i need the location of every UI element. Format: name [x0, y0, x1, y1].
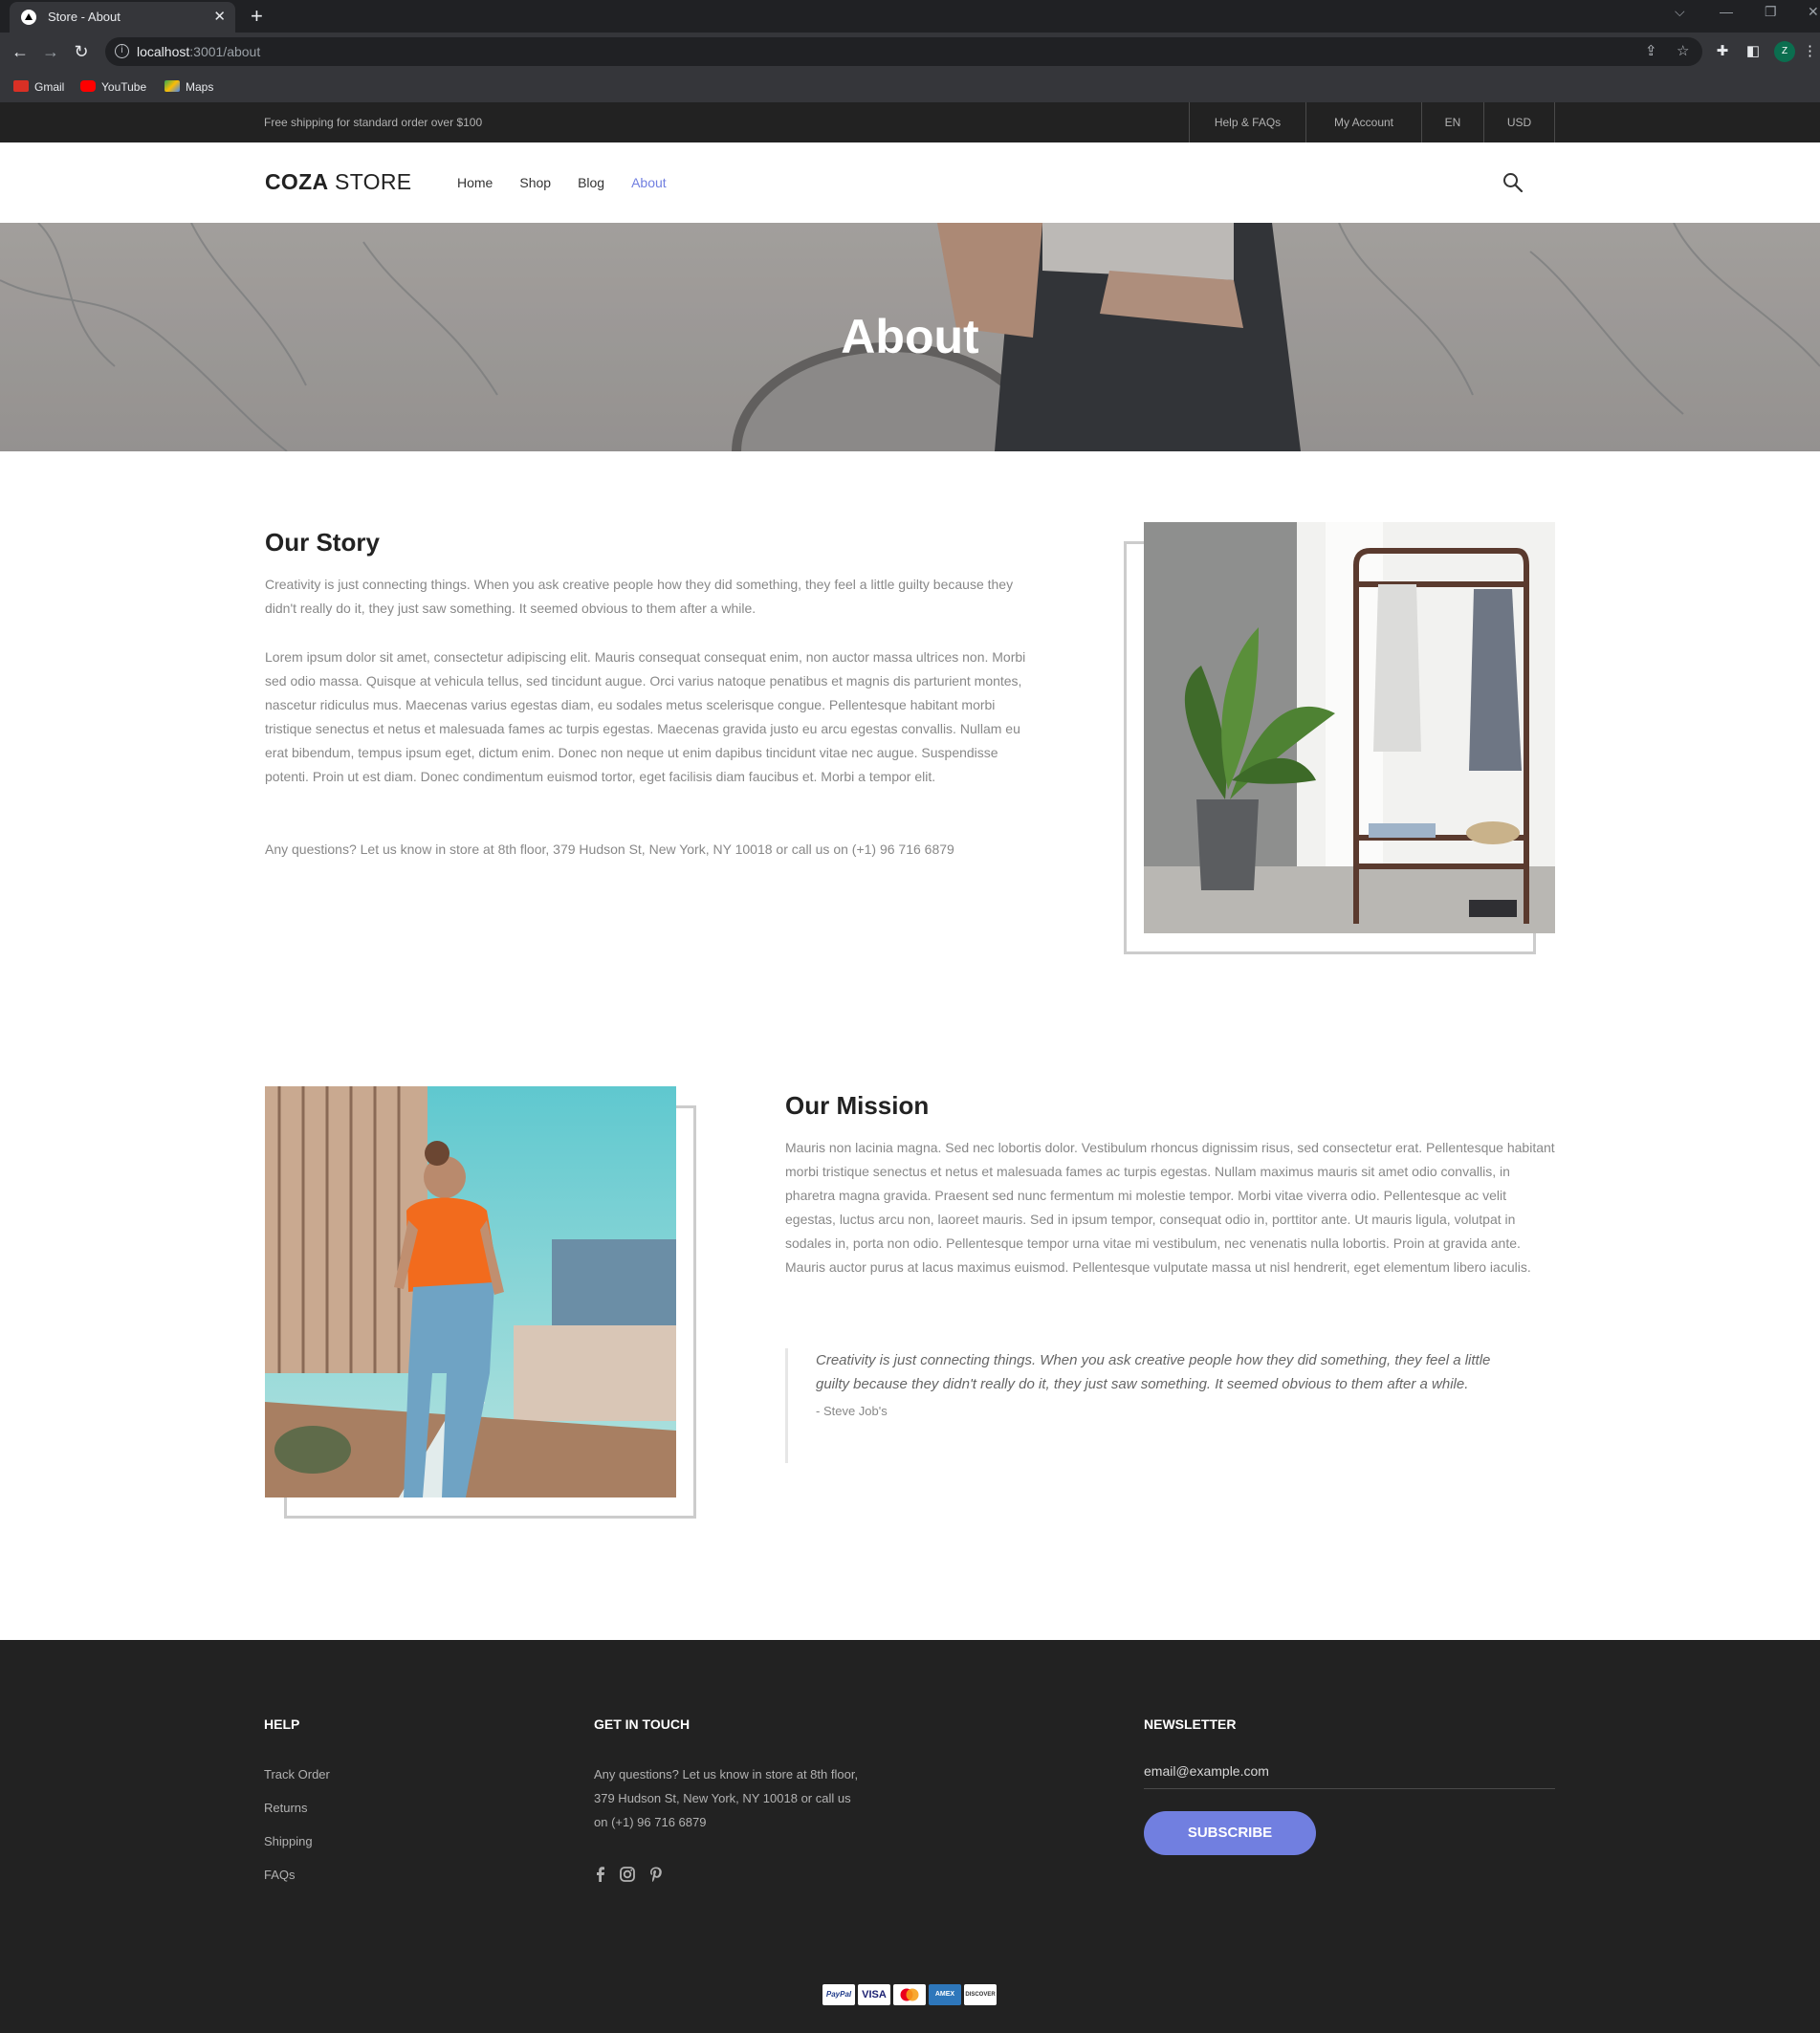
maps-icon	[164, 80, 180, 92]
footer-contact-title: GET IN TOUCH	[594, 1716, 691, 1732]
facebook-icon[interactable]	[591, 1865, 610, 1884]
visa-icon: VISA	[858, 1984, 890, 2005]
pinterest-icon[interactable]	[647, 1865, 666, 1884]
bookmark-label: Gmail	[34, 80, 65, 94]
share-icon[interactable]: ⇪	[1645, 37, 1657, 66]
free-shipping-text: Free shipping for standard order over $1…	[264, 116, 483, 129]
tab-strip: Store - About ✕ + ⌵ — ❐ ✕	[0, 0, 1820, 33]
site-topbar: Free shipping for standard order over $1…	[0, 102, 1820, 142]
mastercard-icon	[893, 1984, 926, 2005]
footer-contact-text: Any questions? Let us know in store at 8…	[594, 1767, 859, 1829]
url-text[interactable]: localhost:3001/about	[137, 37, 260, 66]
back-icon[interactable]: ←	[8, 39, 33, 64]
footer-link-returns[interactable]: Returns	[264, 1801, 308, 1815]
language-link[interactable]: EN	[1422, 102, 1484, 142]
story-title: Our Story	[265, 528, 380, 557]
story-paragraph-1: Creativity is just connecting things. Wh…	[265, 577, 1014, 616]
forward-icon[interactable]: →	[38, 39, 63, 64]
bookmark-label: Maps	[186, 80, 214, 94]
reload-icon[interactable]: ↻	[69, 39, 94, 64]
hero-title: About	[841, 310, 979, 363]
hero-banner: About	[0, 223, 1820, 451]
amex-icon: AMEX	[929, 1984, 961, 2005]
close-tab-icon[interactable]: ✕	[213, 2, 226, 33]
footer-link-faqs[interactable]: FAQs	[264, 1868, 296, 1882]
bookmark-maps[interactable]: Maps	[164, 78, 213, 96]
mission-title: Our Mission	[785, 1091, 930, 1120]
bookmark-label: YouTube	[101, 80, 147, 94]
site-footer: HELP Track Order Returns Shipping FAQs G…	[0, 1640, 1820, 2033]
site-header: COZA STORE Home Shop Blog About	[0, 142, 1820, 223]
site-info-icon[interactable]: i	[115, 44, 129, 58]
payment-methods: PayPal VISA AMEX DISCOVER	[822, 1984, 997, 2007]
footer-newsletter-title: NEWSLETTER	[1144, 1716, 1237, 1732]
story-image	[1144, 522, 1555, 933]
currency-link[interactable]: USD	[1484, 102, 1555, 142]
bookmark-gmail[interactable]: Gmail	[13, 78, 64, 96]
youtube-icon	[80, 80, 96, 92]
bookmark-star-icon[interactable]: ☆	[1677, 37, 1689, 66]
footer-help-title: HELP	[264, 1716, 300, 1732]
footer-link-shipping[interactable]: Shipping	[264, 1834, 313, 1848]
side-panel-icon[interactable]: ◧	[1741, 39, 1765, 64]
instagram-icon[interactable]	[618, 1865, 637, 1884]
browser-chrome: Store - About ✕ + ⌵ — ❐ ✕ ← → ↻ i localh…	[0, 0, 1820, 102]
quote-text: Creativity is just connecting things. Wh…	[816, 1352, 1491, 1392]
tab-search-icon[interactable]: ⌵	[1675, 4, 1685, 20]
new-tab-button[interactable]: +	[251, 3, 263, 30]
bookmarks-bar: Gmail YouTube Maps	[0, 71, 1820, 102]
paypal-icon: PayPal	[822, 1984, 855, 2005]
woman-orange-shirt-photo	[265, 1086, 676, 1497]
address-bar[interactable]: i localhost:3001/about ⇪ ☆	[105, 37, 1702, 66]
mission-image	[265, 1086, 676, 1497]
help-faqs-link[interactable]: Help & FAQs	[1190, 102, 1306, 142]
browser-tab[interactable]: Store - About ✕	[10, 2, 235, 33]
mission-quote: Creativity is just connecting things. Wh…	[785, 1348, 1522, 1463]
main-menu: Home Shop Blog About	[457, 142, 693, 223]
bookmark-youtube[interactable]: YouTube	[80, 78, 146, 96]
menu-item-shop[interactable]: Shop	[519, 142, 551, 223]
mission-paragraph: Mauris non lacinia magna. Sed nec lobort…	[785, 1140, 1555, 1275]
extensions-icon[interactable]: ✚	[1710, 39, 1735, 64]
profile-avatar[interactable]: Z	[1774, 41, 1795, 62]
restore-icon[interactable]: ❐	[1765, 4, 1777, 20]
footer-link-track-order[interactable]: Track Order	[264, 1767, 330, 1782]
my-account-link[interactable]: My Account	[1306, 102, 1422, 142]
menu-item-blog[interactable]: Blog	[578, 142, 604, 223]
search-icon[interactable]	[1502, 171, 1524, 194]
minimize-icon[interactable]: —	[1720, 4, 1733, 19]
topbar-links: Help & FAQs My Account EN USD	[1189, 102, 1555, 142]
close-window-icon[interactable]: ✕	[1808, 4, 1819, 20]
gmail-icon	[13, 80, 29, 92]
story-paragraph-2: Lorem ipsum dolor sit amet, consectetur …	[265, 649, 1026, 784]
subscribe-button[interactable]: SUBSCRIBE	[1144, 1811, 1316, 1855]
mastercard-circles-icon	[900, 1988, 919, 2001]
discover-icon: DISCOVER	[964, 1984, 997, 2005]
site-logo[interactable]: COZA STORE	[265, 169, 411, 195]
menu-kebab-icon[interactable]: ⋮	[1803, 39, 1817, 64]
menu-item-about[interactable]: About	[631, 142, 667, 223]
story-paragraph-3: Any questions? Let us know in store at 8…	[265, 842, 954, 857]
tab-title: Store - About	[48, 10, 121, 24]
site-favicon-icon	[21, 10, 36, 25]
menu-item-home[interactable]: Home	[457, 142, 493, 223]
clothing-rack-photo	[1144, 522, 1555, 933]
quote-author: - Steve Job's	[816, 1404, 888, 1418]
newsletter-email-input[interactable]: email@example.com	[1144, 1757, 1555, 1789]
browser-toolbar: ← → ↻ i localhost:3001/about ⇪ ☆ ✚ ◧ Z ⋮	[0, 33, 1820, 71]
